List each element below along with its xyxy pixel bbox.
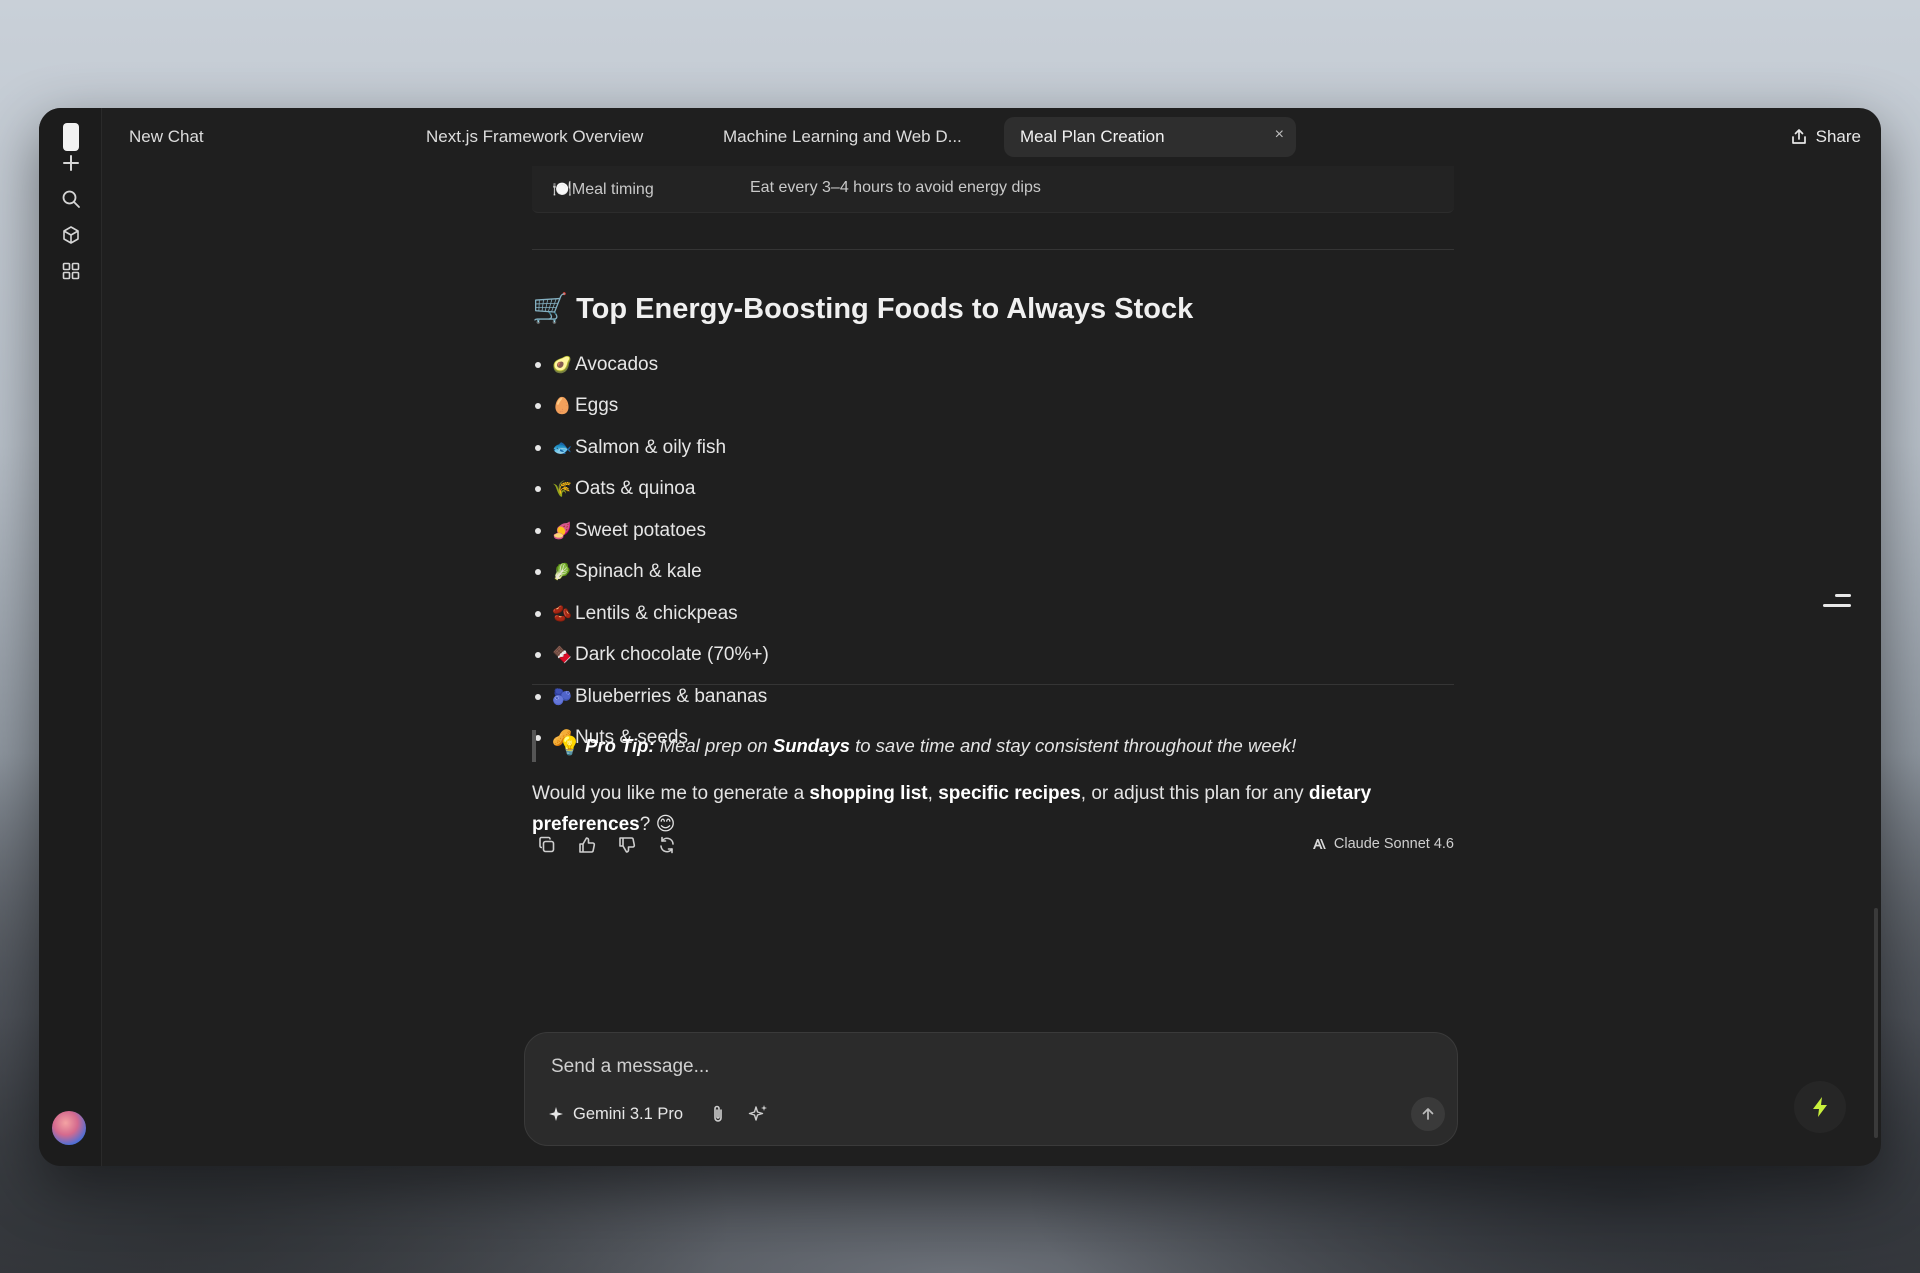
copy-icon [539, 836, 555, 853]
scroll-position-indicator[interactable] [1821, 588, 1851, 618]
list-item: 🍠 Sweet potatoes [532, 510, 769, 552]
anthropic-icon [1312, 839, 1326, 849]
table-cell-value: Eat every 3–4 hours to avoid energy dips [750, 179, 1041, 196]
response-model-tag: Claude Sonnet 4.6 [1312, 836, 1454, 852]
blueberries-emoji: 🫐 [552, 688, 572, 706]
cart-emoji: 🛒 [532, 293, 569, 325]
thumbs-down-icon [619, 837, 636, 853]
user-avatar[interactable] [52, 1111, 86, 1145]
thumbs-up-button[interactable] [572, 830, 602, 860]
list-item: 🫐 Blueberries & bananas [532, 676, 769, 718]
refresh-icon [660, 836, 674, 854]
models-button[interactable] [55, 219, 87, 251]
chat-app-window: New Chat Next.js Framework Overview Mach… [39, 108, 1881, 1166]
thumbs-up-icon [579, 837, 596, 853]
foods-list: 🥑 Avocados 🥚 Eggs 🐟 Salmon & oily fish 🌾 Oat… [532, 344, 769, 759]
regenerate-button[interactable] [652, 830, 682, 860]
apps-button[interactable] [55, 255, 87, 287]
share-icon [1791, 129, 1806, 144]
plate-emoji: 🍽️ [552, 181, 572, 198]
tab-label: Meal Plan Creation [1020, 127, 1165, 146]
list-item: 🥬 Spinach & kale [532, 552, 769, 594]
beans-emoji: 🫘 [552, 605, 572, 623]
sparkle-icon [549, 1107, 563, 1121]
lightbulb-emoji: 💡 [558, 735, 582, 756]
message-composer: Gemini 3.1 Pro [524, 1032, 1458, 1146]
send-button[interactable] [1411, 1097, 1445, 1131]
share-label: Share [1815, 127, 1861, 146]
message-actions [532, 830, 682, 860]
model-selector-label: Gemini 3.1 Pro [573, 1104, 684, 1123]
chocolate-emoji: 🍫 [552, 647, 572, 665]
model-selector[interactable]: Gemini 3.1 Pro [549, 1099, 683, 1129]
message-input[interactable] [549, 1049, 1373, 1085]
grid-icon [62, 262, 80, 280]
list-item: 🥚 Eggs [532, 386, 769, 428]
table-cell-label: 🍽️Meal timing [552, 181, 654, 198]
list-item: 🍫 Dark chocolate (70%+) [532, 635, 769, 677]
list-item: 🌾 Oats & quinoa [532, 469, 769, 511]
list-item: 🥑 Avocados [532, 344, 769, 386]
quick-action-button[interactable] [1794, 1081, 1846, 1133]
pro-tip-blockquote: 💡 Pro Tip: Meal prep on Sundays to save … [532, 730, 1296, 762]
share-button[interactable]: Share [1790, 121, 1861, 153]
thumbs-down-button[interactable] [612, 830, 642, 860]
plus-icon [63, 155, 79, 171]
divider [532, 684, 1454, 685]
divider [532, 249, 1454, 250]
search-icon [62, 190, 80, 208]
search-button[interactable] [55, 183, 87, 215]
sweet-potato-emoji: 🍠 [552, 522, 572, 540]
tab-ml-web-dev[interactable]: Machine Learning and Web D... [723, 117, 962, 157]
leafy-greens-emoji: 🥬 [552, 564, 572, 582]
tab-nextjs-overview[interactable]: Next.js Framework Overview [426, 117, 643, 157]
close-tab-icon[interactable]: × [1275, 126, 1284, 144]
attach-button[interactable] [705, 1101, 731, 1127]
avocado-emoji: 🥑 [552, 356, 572, 374]
arrow-up-icon [1422, 1108, 1434, 1120]
scrollbar[interactable] [1874, 908, 1878, 1138]
table-row: 🍽️Meal timing Eat every 3–4 hours to avo… [532, 166, 1454, 213]
lightning-icon [1813, 1097, 1827, 1117]
sparkles-icon [748, 1105, 767, 1121]
grain-emoji: 🌾 [552, 481, 572, 499]
tab-meal-plan-creation[interactable]: Meal Plan Creation × [1004, 117, 1296, 157]
cube-icon [63, 226, 79, 244]
list-item: 🫘 Lentils & chickpeas [532, 593, 769, 635]
copy-button[interactable] [532, 830, 562, 860]
egg-emoji: 🥚 [552, 398, 572, 416]
tab-new-chat[interactable]: New Chat [129, 117, 204, 157]
fish-emoji: 🐟 [552, 439, 572, 457]
tab-bar: New Chat Next.js Framework Overview Mach… [101, 108, 1881, 166]
new-chat-button[interactable] [55, 147, 87, 179]
paperclip-icon [714, 1105, 722, 1122]
pro-tip-label: Pro Tip: [585, 735, 655, 756]
section-heading: 🛒 Top Energy-Boosting Foods to Always St… [532, 292, 1194, 326]
sidebar [39, 108, 102, 1166]
list-item: 🐟 Salmon & oily fish [532, 427, 769, 469]
enhance-prompt-button[interactable] [745, 1101, 771, 1127]
